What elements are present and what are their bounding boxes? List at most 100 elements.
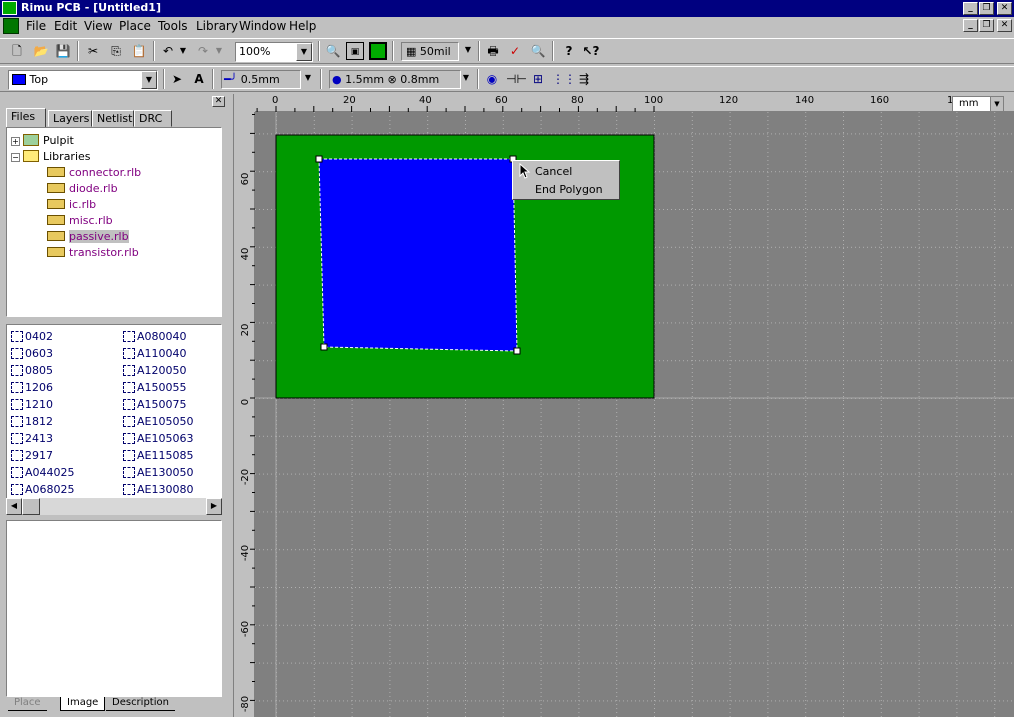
help-icon[interactable]: ?: [560, 42, 578, 60]
list-item[interactable]: 0603: [11, 347, 53, 360]
panel-splitter[interactable]: [228, 94, 234, 717]
pad-tool-icon[interactable]: ⊣⊢: [506, 70, 527, 88]
new-file-icon[interactable]: 🗋: [8, 42, 26, 60]
component-tool-icon[interactable]: ⊞: [529, 70, 547, 88]
list-item[interactable]: 1206: [11, 381, 53, 394]
track-width-select[interactable]: ━╯ 0.5mm ▼: [218, 70, 316, 90]
menu-window[interactable]: Window: [239, 19, 286, 33]
chevron-down-icon[interactable]: ▼: [300, 70, 316, 88]
via-tool-icon[interactable]: ◉: [483, 70, 501, 88]
tab-files[interactable]: Files: [6, 108, 46, 128]
paste-icon[interactable]: 📋: [130, 42, 148, 60]
list-item[interactable]: A044025: [11, 466, 75, 479]
minimize-button[interactable]: _: [963, 2, 978, 15]
open-folder-icon[interactable]: 📂: [32, 42, 50, 60]
menu-edit[interactable]: Edit: [54, 19, 77, 33]
chevron-down-icon[interactable]: ▼: [458, 70, 474, 88]
tab-description[interactable]: Description: [106, 697, 175, 711]
tree-item-library-selected[interactable]: passive.rlb: [47, 230, 129, 243]
text-tool-icon[interactable]: A: [190, 70, 208, 88]
list-item[interactable]: A150075: [123, 398, 187, 411]
pcb-canvas[interactable]: [255, 112, 1014, 717]
collapse-icon[interactable]: −: [11, 153, 20, 162]
grid-dot: [918, 636, 920, 637]
list-item[interactable]: A080040: [123, 330, 187, 343]
tree-item-library[interactable]: ic.rlb: [47, 198, 96, 211]
unit-select[interactable]: mm ▼: [952, 96, 1004, 112]
list-item[interactable]: 0402: [11, 330, 53, 343]
expand-icon[interactable]: +: [11, 137, 20, 146]
chevron-down-icon[interactable]: ▼: [296, 43, 312, 61]
list-item[interactable]: 2413: [11, 432, 53, 445]
plot-icon[interactable]: ✓: [506, 42, 524, 60]
polygon-tool-icon[interactable]: ⋮⋮: [552, 70, 576, 88]
select-arrow-icon[interactable]: ➤: [168, 70, 186, 88]
grid-dot: [843, 360, 844, 362]
redo-icon[interactable]: ↷: [194, 42, 212, 60]
list-item[interactable]: AE130080: [123, 483, 193, 496]
redo-dropdown-icon[interactable]: ▼: [214, 42, 224, 60]
chevron-down-icon[interactable]: ▼: [990, 97, 1003, 111]
zoom-icon[interactable]: 🔍: [324, 42, 342, 60]
chevron-down-icon[interactable]: ▼: [141, 71, 157, 89]
menu-file[interactable]: File: [26, 19, 46, 33]
print-icon[interactable]: 🖶: [484, 42, 502, 60]
tab-image[interactable]: Image: [60, 697, 106, 711]
connect-tool-icon[interactable]: ⇶: [575, 70, 593, 88]
doc-restore-button[interactable]: ❐: [979, 19, 994, 32]
list-item[interactable]: AE105063: [123, 432, 193, 445]
save-icon[interactable]: 💾: [54, 42, 72, 60]
list-item[interactable]: A120050: [123, 364, 187, 377]
doc-minimize-button[interactable]: _: [963, 19, 978, 32]
tab-layers[interactable]: Layers: [48, 110, 92, 127]
zoom-fit-icon[interactable]: ▣: [346, 42, 364, 60]
menu-library[interactable]: Library: [196, 19, 238, 33]
print-preview-icon[interactable]: 🔍: [529, 42, 547, 60]
restore-button[interactable]: ❐: [979, 2, 994, 15]
menu-tools[interactable]: Tools: [158, 19, 188, 33]
board-view-icon[interactable]: [369, 42, 387, 60]
tab-drc[interactable]: DRC: [134, 110, 172, 127]
layer-select[interactable]: Top ▼: [8, 70, 158, 90]
zoom-select[interactable]: 100% ▼: [235, 42, 313, 62]
context-help-icon[interactable]: ↖?: [582, 42, 600, 60]
menu-help[interactable]: Help: [289, 19, 316, 33]
parts-horizontal-scrollbar[interactable]: ◀ ▶: [6, 498, 222, 515]
grid-dot: [540, 420, 542, 421]
menu-place[interactable]: Place: [119, 19, 151, 33]
tree-item-libraries[interactable]: − Libraries: [11, 150, 91, 163]
list-item[interactable]: 1210: [11, 398, 53, 411]
menu-view[interactable]: View: [84, 19, 112, 33]
doc-close-button[interactable]: ✕: [997, 19, 1012, 32]
via-select[interactable]: ● 1.5mm ⊗ 0.8mm ▼: [326, 70, 474, 90]
list-item[interactable]: A068025: [11, 483, 75, 496]
scroll-left-icon[interactable]: ◀: [6, 498, 22, 515]
tab-place[interactable]: Place: [8, 697, 47, 711]
undo-dropdown-icon[interactable]: ▼: [178, 42, 188, 60]
undo-icon[interactable]: ↶: [159, 42, 177, 60]
close-button[interactable]: ✕: [997, 2, 1012, 15]
chevron-down-icon[interactable]: ▼: [460, 42, 476, 60]
list-item[interactable]: 2917: [11, 449, 53, 462]
list-item[interactable]: AE115085: [123, 449, 193, 462]
scroll-right-icon[interactable]: ▶: [206, 498, 222, 515]
list-item[interactable]: A150055: [123, 381, 187, 394]
pcb-drawing[interactable]: [255, 112, 1014, 717]
tree-item-library[interactable]: transistor.rlb: [47, 246, 139, 259]
tab-netlist[interactable]: Netlist: [92, 110, 134, 127]
tree-item-pulpit[interactable]: + Pulpit: [11, 134, 74, 147]
list-item[interactable]: A110040: [123, 347, 187, 360]
panel-close-icon[interactable]: ✕: [212, 96, 225, 107]
tree-item-library[interactable]: connector.rlb: [47, 166, 141, 179]
cut-icon[interactable]: ✂: [84, 42, 102, 60]
tree-item-library[interactable]: misc.rlb: [47, 214, 113, 227]
copy-icon[interactable]: ⎘: [107, 42, 125, 60]
tree-item-library[interactable]: diode.rlb: [47, 182, 118, 195]
list-item[interactable]: AE105050: [123, 415, 193, 428]
scroll-thumb[interactable]: [22, 498, 40, 515]
list-item[interactable]: 1812: [11, 415, 53, 428]
grid-select[interactable]: ▦ 50mil ▼: [398, 42, 476, 62]
document-icon[interactable]: [3, 18, 19, 34]
list-item[interactable]: AE130050: [123, 466, 193, 479]
list-item[interactable]: 0805: [11, 364, 53, 377]
